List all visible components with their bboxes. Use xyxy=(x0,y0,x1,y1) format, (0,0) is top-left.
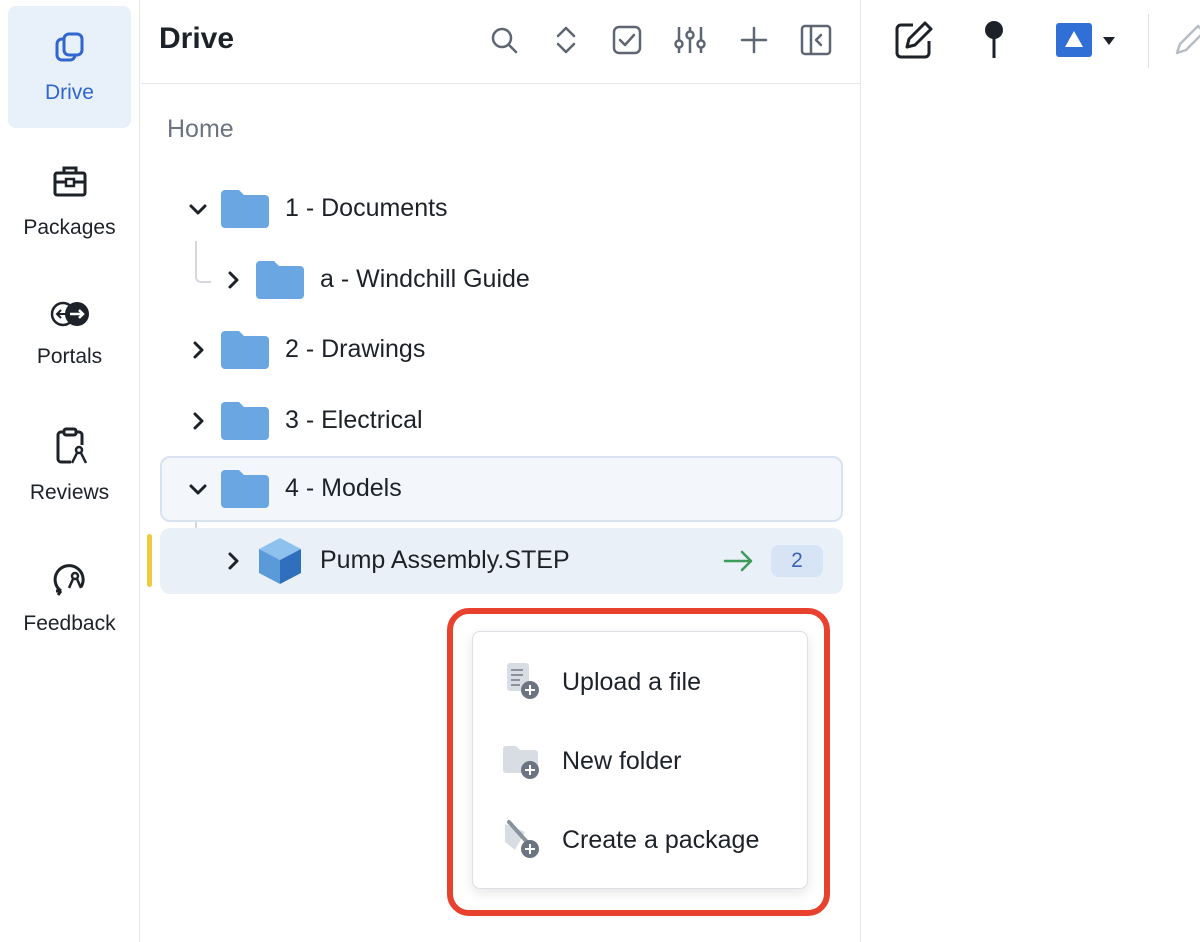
menu-item-label: New folder xyxy=(562,747,682,775)
arrow-right-icon[interactable] xyxy=(723,548,755,574)
create-package-icon xyxy=(501,818,545,862)
folder-icon xyxy=(221,400,269,440)
select-mode-button[interactable] xyxy=(607,22,647,62)
pin-button[interactable] xyxy=(970,18,1018,66)
new-folder-icon xyxy=(501,739,545,783)
collapse-panel-icon xyxy=(800,24,832,61)
folder-icon xyxy=(221,188,269,228)
chevron-right-icon[interactable] xyxy=(186,409,210,433)
pen-icon xyxy=(1170,20,1200,65)
rail-item-reviews[interactable]: Reviews xyxy=(8,404,131,526)
rail-item-label: Feedback xyxy=(23,611,116,635)
menu-item-label: Create a package xyxy=(562,826,760,854)
tree-row-models[interactable]: 4 - Models xyxy=(160,456,843,522)
chevron-right-icon[interactable] xyxy=(221,549,245,573)
chevron-down-icon[interactable] xyxy=(186,477,210,501)
left-rail: Drive Packages Portals Reviews Feedback xyxy=(0,0,140,942)
chevron-right-icon[interactable] xyxy=(221,268,245,292)
tree-row-label: 3 - Electrical xyxy=(285,406,423,434)
panel-header: Drive xyxy=(141,0,861,84)
context-menu: Upload a file New folder Create a packag… xyxy=(472,631,808,889)
rail-item-drive[interactable]: Drive xyxy=(8,6,131,128)
collapse-panel-button[interactable] xyxy=(796,22,836,62)
shape-triangle-icon xyxy=(1056,22,1092,62)
rail-item-label: Drive xyxy=(44,80,94,104)
upload-file-icon xyxy=(501,660,545,704)
drive-icon xyxy=(52,30,88,71)
rail-item-label: Reviews xyxy=(29,480,110,504)
rail-item-feedback[interactable]: Feedback xyxy=(8,536,131,658)
folder-icon xyxy=(221,468,269,508)
add-icon xyxy=(739,25,769,60)
filter-sliders-icon xyxy=(672,25,708,60)
rail-item-portals[interactable]: Portals xyxy=(8,272,131,394)
rail-item-label: Portals xyxy=(36,344,103,368)
tree-row-label: 4 - Models xyxy=(285,474,402,502)
edit-icon xyxy=(893,19,935,66)
pin-icon xyxy=(982,20,1006,65)
folder-icon xyxy=(256,259,304,299)
tree-row-pump-assembly[interactable]: Pump Assembly.STEP 2 xyxy=(160,528,843,594)
search-button[interactable] xyxy=(484,22,524,62)
count-badge: 2 xyxy=(771,545,823,577)
tree-row-label: a - Windchill Guide xyxy=(320,265,530,293)
review-clipboard-icon xyxy=(51,426,89,471)
feedback-icon xyxy=(51,559,89,602)
menu-item-new-folder[interactable]: New folder xyxy=(473,725,809,797)
tree-row-label: 2 - Drawings xyxy=(285,335,426,363)
tree-row-electrical[interactable]: 3 - Electrical xyxy=(160,388,843,454)
tree-row-drawings[interactable]: 2 - Drawings xyxy=(160,317,843,383)
expand-collapse-button[interactable] xyxy=(546,22,586,62)
select-checkbox-icon xyxy=(611,24,643,61)
folder-icon xyxy=(221,329,269,369)
page-title: Drive xyxy=(159,22,235,55)
rail-item-packages[interactable]: Packages xyxy=(8,140,131,262)
drive-panel: Drive Home 1 - Documents a - Windchill G… xyxy=(141,0,861,942)
tree-row-label: Pump Assembly.STEP xyxy=(320,546,570,574)
menu-item-create-package[interactable]: Create a package xyxy=(473,804,809,876)
dropdown-caret-icon xyxy=(1102,33,1116,51)
filter-button[interactable] xyxy=(670,22,710,62)
pen-button[interactable] xyxy=(1170,18,1200,66)
tree-row-label: 1 - Documents xyxy=(285,194,448,222)
tree-row-documents[interactable]: 1 - Documents xyxy=(160,176,843,242)
model-cube-icon xyxy=(257,536,305,584)
chevron-down-icon[interactable] xyxy=(186,197,210,221)
rail-item-label: Packages xyxy=(23,215,116,239)
search-icon xyxy=(489,25,519,60)
toolbar-divider xyxy=(1148,14,1149,68)
menu-item-upload-file[interactable]: Upload a file xyxy=(473,646,809,718)
edit-button[interactable] xyxy=(890,18,938,66)
menu-item-label: Upload a file xyxy=(562,668,701,696)
breadcrumb[interactable]: Home xyxy=(167,115,234,144)
shape-picker-button[interactable] xyxy=(1050,18,1122,66)
expand-collapse-icon xyxy=(554,25,578,60)
chevron-right-icon[interactable] xyxy=(186,338,210,362)
tree-row-windchill-guide[interactable]: a - Windchill Guide xyxy=(160,247,843,313)
portal-icon xyxy=(47,298,93,335)
briefcase-icon xyxy=(51,163,89,206)
add-button[interactable] xyxy=(734,22,774,62)
